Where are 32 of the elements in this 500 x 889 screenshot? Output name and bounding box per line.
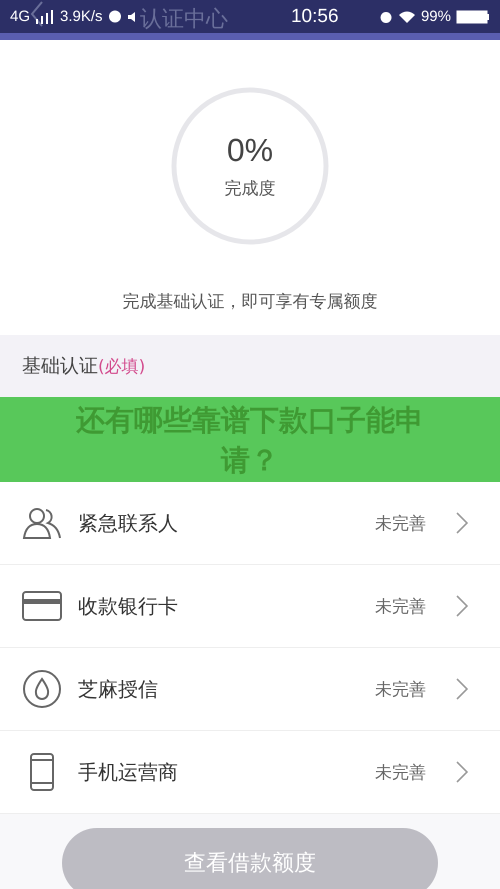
list-item[interactable]: 收款银行卡 未完善 — [0, 565, 500, 648]
item-status: 未完善 — [375, 512, 426, 534]
wifi-icon — [398, 10, 416, 24]
signal-icon — [35, 10, 56, 24]
chevron-icon — [456, 595, 468, 617]
required-tag: (必填) — [98, 354, 146, 378]
progress-label: 完成度 — [224, 178, 276, 200]
item-status: 未完善 — [375, 596, 426, 618]
item-status: 未完善 — [375, 762, 426, 784]
hint-text: 完成基础认证，即可享有专属额度 — [122, 291, 378, 313]
battery-icon — [456, 10, 490, 24]
list-item[interactable]: 芝麻授信 未完善 — [0, 648, 500, 731]
section-title: 基础认证 — [22, 354, 98, 379]
back-icon[interactable] — [30, 0, 44, 28]
page-title: 认证中心 — [140, 6, 228, 34]
network-speed: 3.9K/s — [60, 8, 103, 25]
battery-percent: 99% — [420, 8, 451, 25]
item-label: 手机运营商 — [78, 758, 179, 786]
people-icon — [22, 506, 62, 540]
chevron-icon — [456, 678, 468, 700]
percent-value: 0% — [226, 132, 274, 169]
network-label: 4G — [10, 8, 30, 25]
item-label: 芝麻授信 — [78, 676, 159, 702]
item-status: 未完善 — [375, 678, 426, 700]
item-label: 紧急联系人 — [78, 510, 179, 536]
clock: 10:56 — [290, 6, 339, 28]
list-item[interactable]: 紧急联系人 未完善 — [0, 482, 500, 565]
chevron-icon — [456, 512, 468, 534]
drop-icon — [22, 669, 62, 709]
item-label: 收款银行卡 — [78, 592, 179, 620]
chevron-icon — [456, 761, 468, 783]
bank-card-icon — [22, 591, 62, 621]
